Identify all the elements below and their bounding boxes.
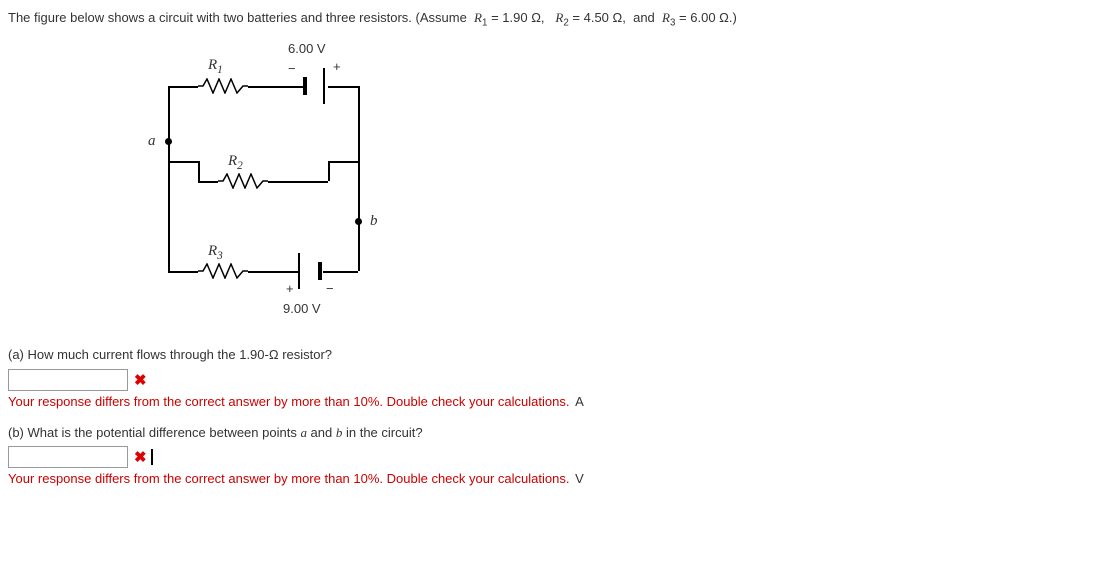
eq2: = bbox=[572, 10, 583, 25]
part-a-unit: A bbox=[575, 394, 584, 409]
r2-label: R2 bbox=[228, 153, 243, 172]
part-b-question: (b) What is the potential difference bet… bbox=[8, 423, 1098, 443]
top-plus-sign: + bbox=[333, 59, 341, 74]
part-a-question: (a) How much current flows through the 1… bbox=[8, 345, 1098, 365]
eq1: = bbox=[491, 10, 502, 25]
problem-prompt: The figure below shows a circuit with tw… bbox=[8, 8, 1098, 31]
bottom-voltage-label: 9.00 V bbox=[283, 301, 321, 316]
part-b-feedback: Your response differs from the correct a… bbox=[8, 471, 569, 486]
part-b-answer-row: ✖ bbox=[8, 446, 1098, 468]
node-a-dot bbox=[165, 138, 172, 145]
r1-sub: 1 bbox=[482, 18, 487, 29]
incorrect-icon: ✖ bbox=[134, 448, 147, 466]
part-b-input[interactable] bbox=[8, 446, 128, 468]
r2-val: 4.50 Ω, bbox=[584, 10, 626, 25]
part-a-input[interactable] bbox=[8, 369, 128, 391]
part-b-tail: in the circuit? bbox=[342, 425, 422, 440]
eq3: = bbox=[679, 10, 690, 25]
r1-val: 1.90 Ω, bbox=[502, 10, 544, 25]
node-b-dot bbox=[355, 218, 362, 225]
part-a-lead: (a) How much current flows through the bbox=[8, 347, 239, 362]
part-a-feedback: Your response differs from the correct a… bbox=[8, 394, 569, 409]
part-a-feedback-line: Your response differs from the correct a… bbox=[8, 394, 1098, 409]
part-b-mid: and bbox=[307, 425, 336, 440]
node-a-label: a bbox=[148, 133, 156, 150]
and: and bbox=[633, 10, 655, 25]
part-b-unit: V bbox=[575, 471, 584, 486]
top-voltage-label: 6.00 V bbox=[288, 41, 326, 56]
r2-sub: 2 bbox=[563, 18, 568, 29]
resistor-r3 bbox=[198, 263, 248, 279]
text-cursor bbox=[151, 449, 153, 465]
r1-sym: R bbox=[474, 10, 482, 25]
r3-sym: R bbox=[662, 10, 670, 25]
prompt-lead: The figure below shows a circuit with tw… bbox=[8, 10, 467, 25]
part-a-tail: resistor? bbox=[279, 347, 332, 362]
resistor-r2 bbox=[218, 173, 268, 189]
top-minus-sign: − bbox=[288, 61, 296, 76]
r3-val: 6.00 Ω.) bbox=[690, 10, 737, 25]
part-a-ohm: 1.90-Ω bbox=[239, 347, 278, 362]
r3-sub: 3 bbox=[670, 18, 675, 29]
r3-label: R3 bbox=[208, 243, 223, 262]
circuit-diagram: R1 6.00 V − + a b R2 R3 9.00 V + bbox=[108, 41, 488, 331]
r1-label: R1 bbox=[208, 57, 223, 76]
resistor-r1 bbox=[198, 78, 248, 94]
part-b-lead: (b) What is the potential difference bet… bbox=[8, 425, 300, 440]
bottom-plus-sign: + bbox=[286, 281, 294, 296]
incorrect-icon: ✖ bbox=[134, 371, 147, 389]
node-b-label: b bbox=[370, 213, 378, 230]
part-a-answer-row: ✖ bbox=[8, 369, 1098, 391]
bottom-minus-sign: − bbox=[326, 281, 334, 296]
part-b-feedback-line: Your response differs from the correct a… bbox=[8, 471, 1098, 486]
